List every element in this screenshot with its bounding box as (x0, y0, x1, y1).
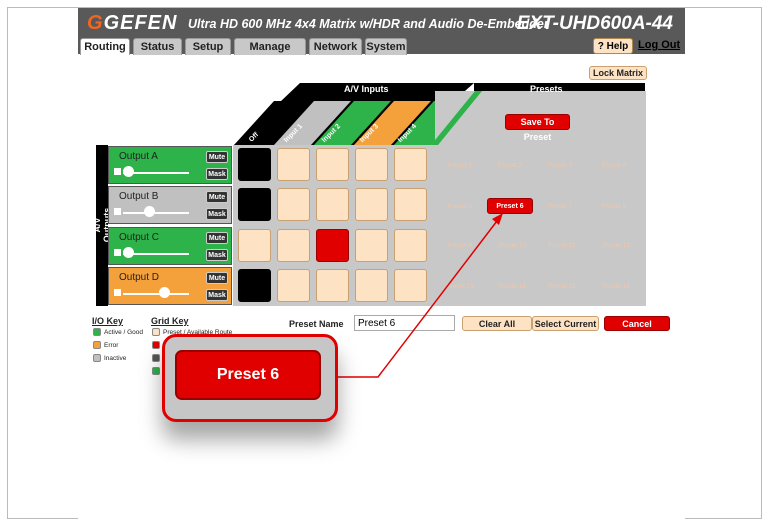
callout-arrow-line (332, 220, 498, 378)
callout-arrowhead (492, 213, 503, 225)
callout-box: Preset 6 (162, 334, 338, 422)
callout-arrow (332, 213, 503, 378)
callout-preset-6-button: Preset 6 (175, 350, 321, 400)
